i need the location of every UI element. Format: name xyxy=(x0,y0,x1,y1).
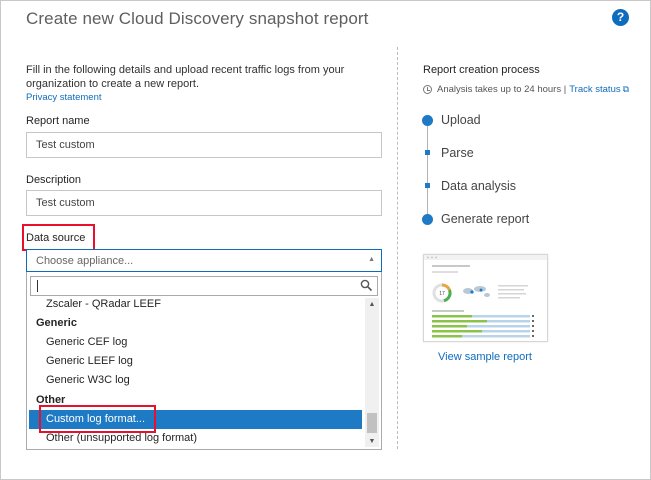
intro-text: Fill in the following details and upload… xyxy=(26,64,345,90)
group-generic: Generic xyxy=(36,317,77,329)
step-data-analysis-label: Data analysis xyxy=(441,179,517,193)
search-icon xyxy=(360,279,373,292)
step-generate-report-label: Generate report xyxy=(441,212,530,226)
scroll-up-arrow-icon[interactable]: ▲ xyxy=(365,301,379,308)
option-zscaler-qradar-leef[interactable]: Zscaler - QRadar LEEF xyxy=(29,298,362,314)
step-parse-node xyxy=(425,150,430,155)
text-cursor xyxy=(37,280,38,292)
privacy-statement-link[interactable]: Privacy statement xyxy=(26,92,102,103)
external-link-icon[interactable]: ⧉ xyxy=(623,84,629,95)
step-parse-label: Parse xyxy=(441,146,474,160)
process-title: Report creation process xyxy=(423,64,540,76)
report-name-label: Report name xyxy=(26,115,90,127)
scrollbar-thumb[interactable] xyxy=(367,413,377,433)
option-generic-w3c-log[interactable]: Generic W3C log xyxy=(29,371,362,390)
description-input[interactable]: Test custom xyxy=(26,190,382,216)
panel-divider xyxy=(397,47,398,449)
data-source-highlight xyxy=(22,224,95,251)
thumbnail-gauge-value: 17 xyxy=(439,291,445,297)
data-source-select[interactable]: Choose appliance... ▲ xyxy=(26,249,382,272)
process-info: Analysis takes up to 24 hours | Track st… xyxy=(423,84,629,95)
analysis-duration-text: Analysis takes up to 24 hours | xyxy=(437,84,567,95)
dropdown-scrollbar[interactable]: ▲ ▼ xyxy=(365,298,379,447)
sample-report-thumbnail[interactable]: 17 xyxy=(423,254,548,342)
view-sample-report-link[interactable]: View sample report xyxy=(438,351,532,363)
description-label: Description xyxy=(26,174,82,186)
step-upload-node xyxy=(422,115,433,126)
track-status-link[interactable]: Track status xyxy=(569,84,620,95)
step-generate-node xyxy=(422,214,433,225)
custom-log-format-highlight xyxy=(39,405,156,433)
scroll-down-arrow-icon[interactable]: ▼ xyxy=(365,438,379,445)
data-source-placeholder: Choose appliance... xyxy=(36,255,134,267)
dialog-title: Create new Cloud Discovery snapshot repo… xyxy=(26,9,369,28)
clock-icon xyxy=(423,85,432,94)
dropdown-search-input[interactable] xyxy=(30,276,378,296)
help-icon[interactable]: ? xyxy=(612,9,629,26)
option-generic-leef-log[interactable]: Generic LEEF log xyxy=(29,352,362,371)
step-analysis-node xyxy=(425,183,430,188)
report-name-input[interactable]: Test custom xyxy=(26,132,382,158)
stepper-line xyxy=(427,120,428,218)
sample-report-preview-image: 17 xyxy=(424,255,547,338)
option-generic-cef-log[interactable]: Generic CEF log xyxy=(29,333,362,352)
step-upload-label: Upload xyxy=(441,113,481,127)
caret-up-icon: ▲ xyxy=(368,256,375,263)
